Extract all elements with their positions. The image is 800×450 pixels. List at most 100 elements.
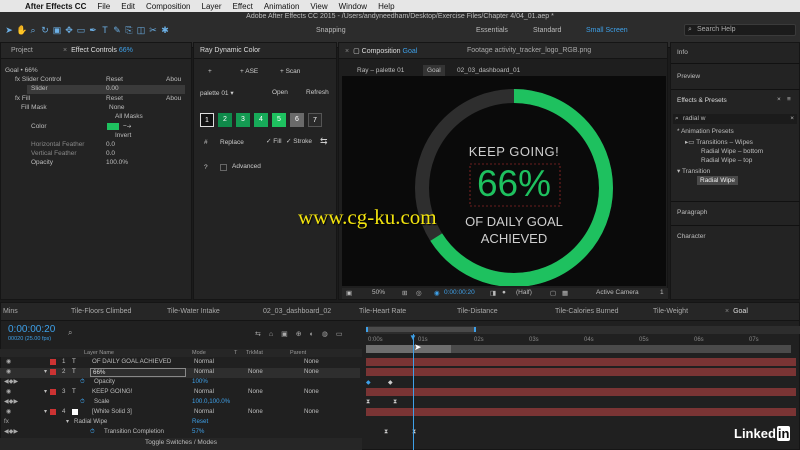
fill-color-swatch[interactable] <box>107 123 119 130</box>
stroke-checkbox[interactable]: ✓ Stroke <box>286 137 312 145</box>
layer-row-2[interactable]: ◉ ▾ 2 T 66% Normal None None <box>0 368 360 378</box>
mask-visibility-icon[interactable]: ◎ <box>416 289 422 297</box>
close-icon[interactable]: × <box>777 96 781 103</box>
layer-row-1[interactable]: ◉ 1 T OF DAILY GOAL ACHIEVED Normal None <box>0 358 360 368</box>
slider-control-reset[interactable]: Reset <box>106 76 123 83</box>
eye-icon[interactable]: ◉ <box>6 368 11 375</box>
roto-brush-tool-icon[interactable]: ✂ <box>148 25 158 35</box>
fill-checkbox[interactable]: ✓ Fill <box>266 137 282 145</box>
layer-parent[interactable]: None <box>304 408 319 415</box>
breadcrumb-goal[interactable]: Goal <box>423 65 445 76</box>
resolution-select[interactable]: (Half) <box>516 289 532 296</box>
tab-goal[interactable]: × Goal <box>725 308 748 315</box>
panel-menu-icon[interactable]: ≡ <box>787 96 791 103</box>
header-trkmat[interactable]: TrkMat <box>246 350 263 356</box>
comp-timecode[interactable]: 0:00:00:20 <box>444 289 475 296</box>
layer-mode[interactable]: Normal <box>194 368 214 375</box>
snapping-checkbox[interactable]: Snapping <box>316 27 346 34</box>
help-button[interactable]: ? <box>204 164 208 171</box>
preview-toggle-icon[interactable]: ▣ <box>346 289 352 297</box>
tab-distance[interactable]: Tile-Distance <box>457 308 498 315</box>
header-mode[interactable]: Mode <box>192 350 206 356</box>
layer-trkmat[interactable]: None <box>248 408 263 415</box>
property-row-opacity[interactable]: ◀◆▶ ⏱ Opacity 100% <box>0 378 360 388</box>
add-palette-button[interactable]: + <box>208 68 212 75</box>
label-color-icon[interactable] <box>50 389 56 395</box>
menu-composition[interactable]: Composition <box>146 2 190 11</box>
puppet-pin-tool-icon[interactable]: ✱ <box>160 25 170 35</box>
layer-row-3[interactable]: ◉ ▾ 3 T KEEP GOING! Normal None None <box>0 388 360 398</box>
effect-reset[interactable]: Reset <box>192 418 208 425</box>
view-layout-select[interactable]: 1 <box>660 289 664 296</box>
effect-row-radial-wipe[interactable]: fx ▾ Radial Wipe Reset <box>0 418 360 428</box>
header-parent[interactable]: Parent <box>290 350 306 356</box>
slider-control-about[interactable]: Abou <box>166 76 181 83</box>
workspace-small-screen[interactable]: Small Screen <box>586 27 628 34</box>
tab-weight[interactable]: Tile-Weight <box>653 308 688 315</box>
close-icon[interactable]: × <box>725 308 729 315</box>
workspace-standard[interactable]: Standard <box>533 27 561 34</box>
layer-mode[interactable]: Normal <box>194 388 214 395</box>
swatch-5[interactable]: 5 <box>272 113 286 127</box>
tab-ray-dynamic-color[interactable]: Ray Dynamic Color <box>200 47 260 54</box>
layer-2-track[interactable] <box>366 368 796 376</box>
swatch-6[interactable]: 6 <box>290 113 304 127</box>
layer-row-4[interactable]: ◉ ▾ 4 [White Solid 3] Normal None None <box>0 408 360 418</box>
menu-help[interactable]: Help <box>378 2 394 11</box>
breadcrumb-dashboard[interactable]: 02_03_dashboard_01 <box>457 67 520 74</box>
tab-project[interactable]: Project <box>11 47 33 54</box>
header-t[interactable]: T <box>234 350 237 356</box>
menu-effect[interactable]: Effect <box>233 2 253 11</box>
tab-water-intake[interactable]: Tile-Water Intake <box>167 308 220 315</box>
preview-panel-header[interactable]: Preview <box>677 73 700 80</box>
mask-tool-icon[interactable]: ▭ <box>76 25 86 35</box>
clone-stamp-tool-icon[interactable]: ⎘ <box>124 25 134 35</box>
breadcrumb-ray[interactable]: Ray – palette 01 <box>357 67 404 74</box>
menu-file[interactable]: File <box>97 2 110 11</box>
swatch-4[interactable]: 4 <box>254 113 268 127</box>
snapshot-icon[interactable]: ◨ <box>490 289 496 297</box>
label-color-icon[interactable] <box>50 359 56 365</box>
camera-tool-icon[interactable]: ▣ <box>52 25 62 35</box>
tab-mins[interactable]: Mins <box>3 308 18 315</box>
hash-button[interactable]: # <box>204 139 208 146</box>
layer-3-track[interactable] <box>366 388 796 396</box>
keyframe-icon[interactable]: ◆ <box>388 379 393 386</box>
vertical-feather-value[interactable]: 0.0 <box>106 150 115 157</box>
fill-about[interactable]: Abou <box>166 95 181 102</box>
character-panel-header[interactable]: Character <box>677 233 706 240</box>
eye-icon[interactable]: ◉ <box>6 408 11 415</box>
brush-tool-icon[interactable]: ✎ <box>112 25 122 35</box>
info-panel-header[interactable]: Info <box>677 49 688 56</box>
swatch-1[interactable]: 1 <box>200 113 214 127</box>
tree-animation-presets[interactable]: * Animation Presets <box>677 128 734 135</box>
composition-viewer[interactable]: KEEP GOING! 66% OF DAILY GOAL ACHIEVED <box>342 76 666 287</box>
swatch-3[interactable]: 3 <box>236 113 250 127</box>
chevron-down-icon[interactable]: ▾ <box>44 368 47 375</box>
pen-tool-icon[interactable]: ✒ <box>88 25 98 35</box>
eyedropper-icon[interactable]: ⤍ <box>123 121 131 131</box>
camera-snapshot-icon[interactable]: ◉ <box>434 289 440 297</box>
property-value[interactable]: 57% <box>192 428 204 435</box>
replace-button[interactable]: Replace <box>220 139 244 146</box>
work-area-range[interactable] <box>366 327 476 332</box>
header-layer-name[interactable]: Layer Name <box>84 350 114 356</box>
close-icon[interactable]: × <box>345 48 349 55</box>
zoom-select[interactable]: 50% <box>372 289 385 296</box>
show-channel-icon[interactable]: ● <box>502 289 506 296</box>
selection-tool-icon[interactable]: ➤ <box>4 25 14 35</box>
tree-radial-wipe-top[interactable]: Radial Wipe – top <box>701 157 752 164</box>
fx-fill[interactable]: fx Fill <box>15 95 30 102</box>
pan-behind-tool-icon[interactable]: ✥ <box>64 25 74 35</box>
property-row-scale[interactable]: ◀◆▶ ⏱ Scale 100.0,100.0% <box>0 398 360 408</box>
scan-button[interactable]: + Scan <box>280 68 300 75</box>
work-area-bar[interactable] <box>366 326 800 334</box>
search-help-field[interactable]: ⌕ Search Help <box>684 24 796 36</box>
label-color-icon[interactable] <box>50 409 56 415</box>
fill-reset[interactable]: Reset <box>106 95 123 102</box>
eye-icon[interactable]: ◉ <box>6 388 11 395</box>
rotate-tool-icon[interactable]: ↻ <box>40 25 50 35</box>
all-masks-checkbox[interactable]: All Masks <box>115 113 143 120</box>
layer-parent[interactable]: None <box>304 358 319 365</box>
layer-trkmat[interactable]: None <box>248 388 263 395</box>
